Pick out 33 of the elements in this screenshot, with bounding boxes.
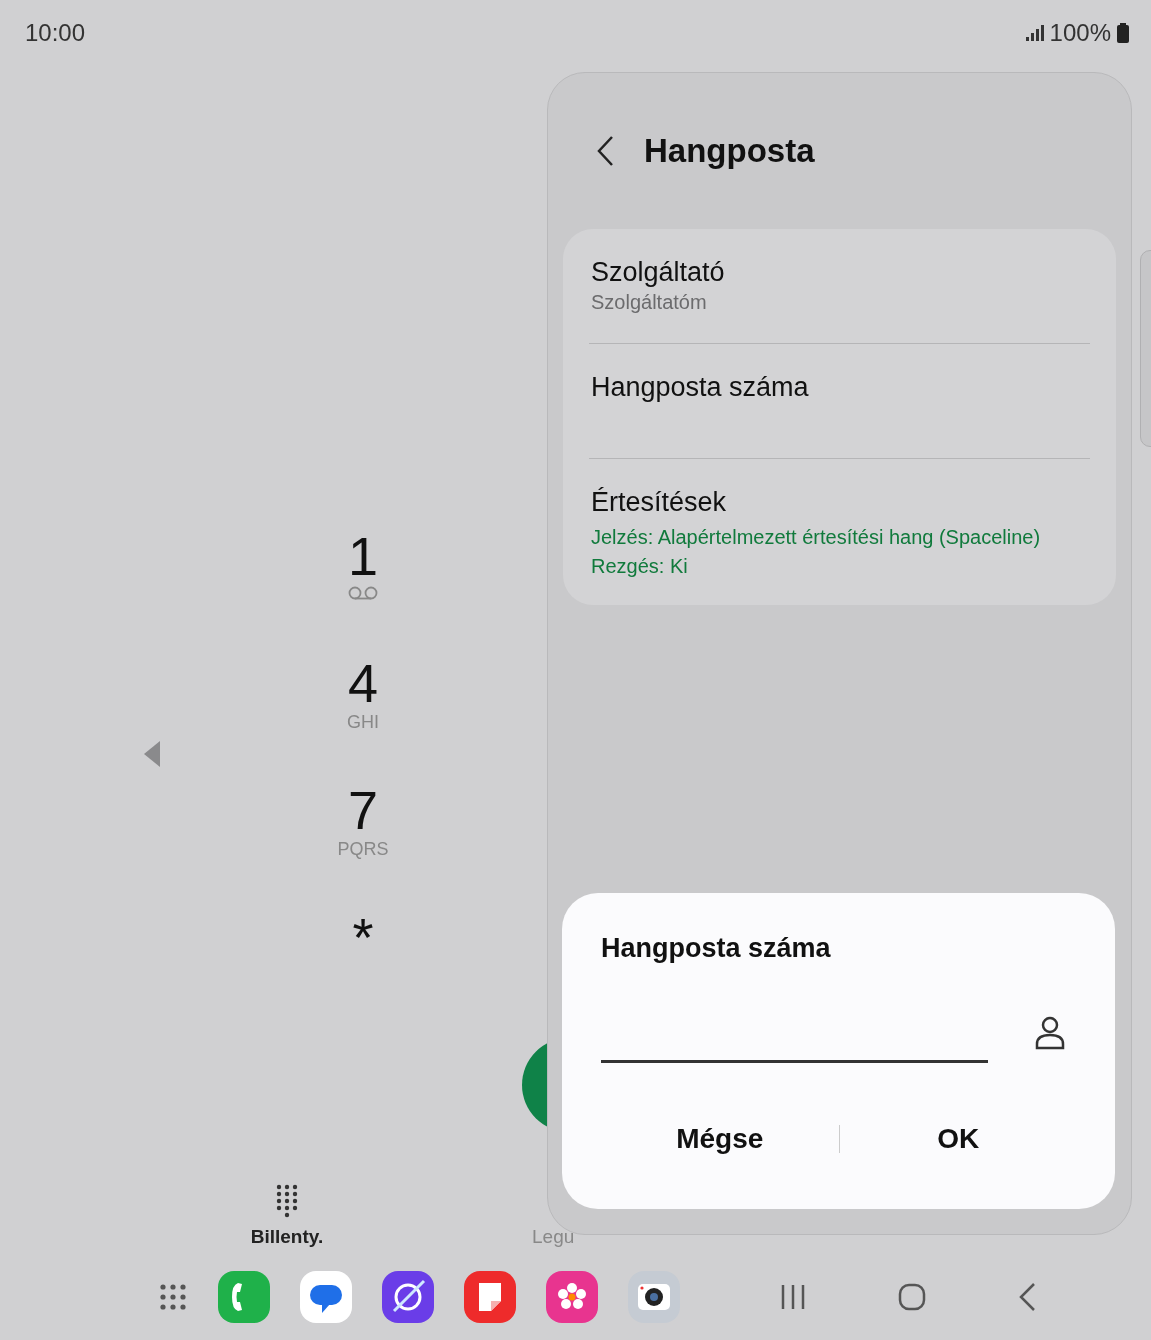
voicemail-icon (348, 586, 378, 600)
setting-detail: Jelzés: Alapértelmezett értesítési hang (Spaceline) (591, 525, 1042, 550)
setting-summary: Szolgáltatóm (591, 291, 708, 314)
setting-title[interactable]: Szolgáltató (591, 255, 1088, 289)
battery-icon (1117, 23, 1129, 43)
setting-title[interactable]: Hangposta száma (591, 370, 1088, 404)
flower-app-icon[interactable] (546, 1271, 598, 1323)
signal-icon (1025, 25, 1044, 41)
camera-app-icon[interactable] (628, 1271, 680, 1323)
dialog-button[interactable]: OK (839, 1115, 1077, 1163)
notes-app-icon[interactable] (464, 1271, 516, 1323)
screen-title: Hangposta (644, 132, 815, 170)
dial-key[interactable]: 7 PQRS (327, 782, 399, 909)
dialog-title: Hangposta száma (601, 933, 832, 964)
person-icon[interactable] (1034, 1015, 1066, 1050)
dialog-button[interactable]: Mégse (601, 1115, 839, 1163)
phone-app-icon[interactable] (218, 1271, 270, 1323)
recents-icon[interactable] (780, 1283, 806, 1311)
dial-key[interactable]: 1 (337, 528, 388, 655)
dial-key[interactable]: * (342, 909, 384, 1036)
apps-grid-icon[interactable] (159, 1283, 187, 1311)
battery-level: 100% (1049, 19, 1111, 47)
home-icon[interactable] (898, 1283, 926, 1311)
chat-app-icon[interactable] (300, 1271, 352, 1323)
dial-key[interactable]: 4 GHI (337, 655, 389, 782)
back-icon[interactable] (1018, 1282, 1036, 1312)
browser-app-icon[interactable] (382, 1271, 434, 1323)
tab[interactable]: Billenty. (250, 1184, 324, 1248)
setting-detail: Rezgés: Ki (591, 554, 689, 579)
setting-title[interactable]: Értesítések (591, 485, 1088, 519)
back-icon[interactable] (596, 135, 614, 167)
clock-time: 10:00 (25, 19, 86, 47)
keypad-icon (276, 1184, 298, 1218)
